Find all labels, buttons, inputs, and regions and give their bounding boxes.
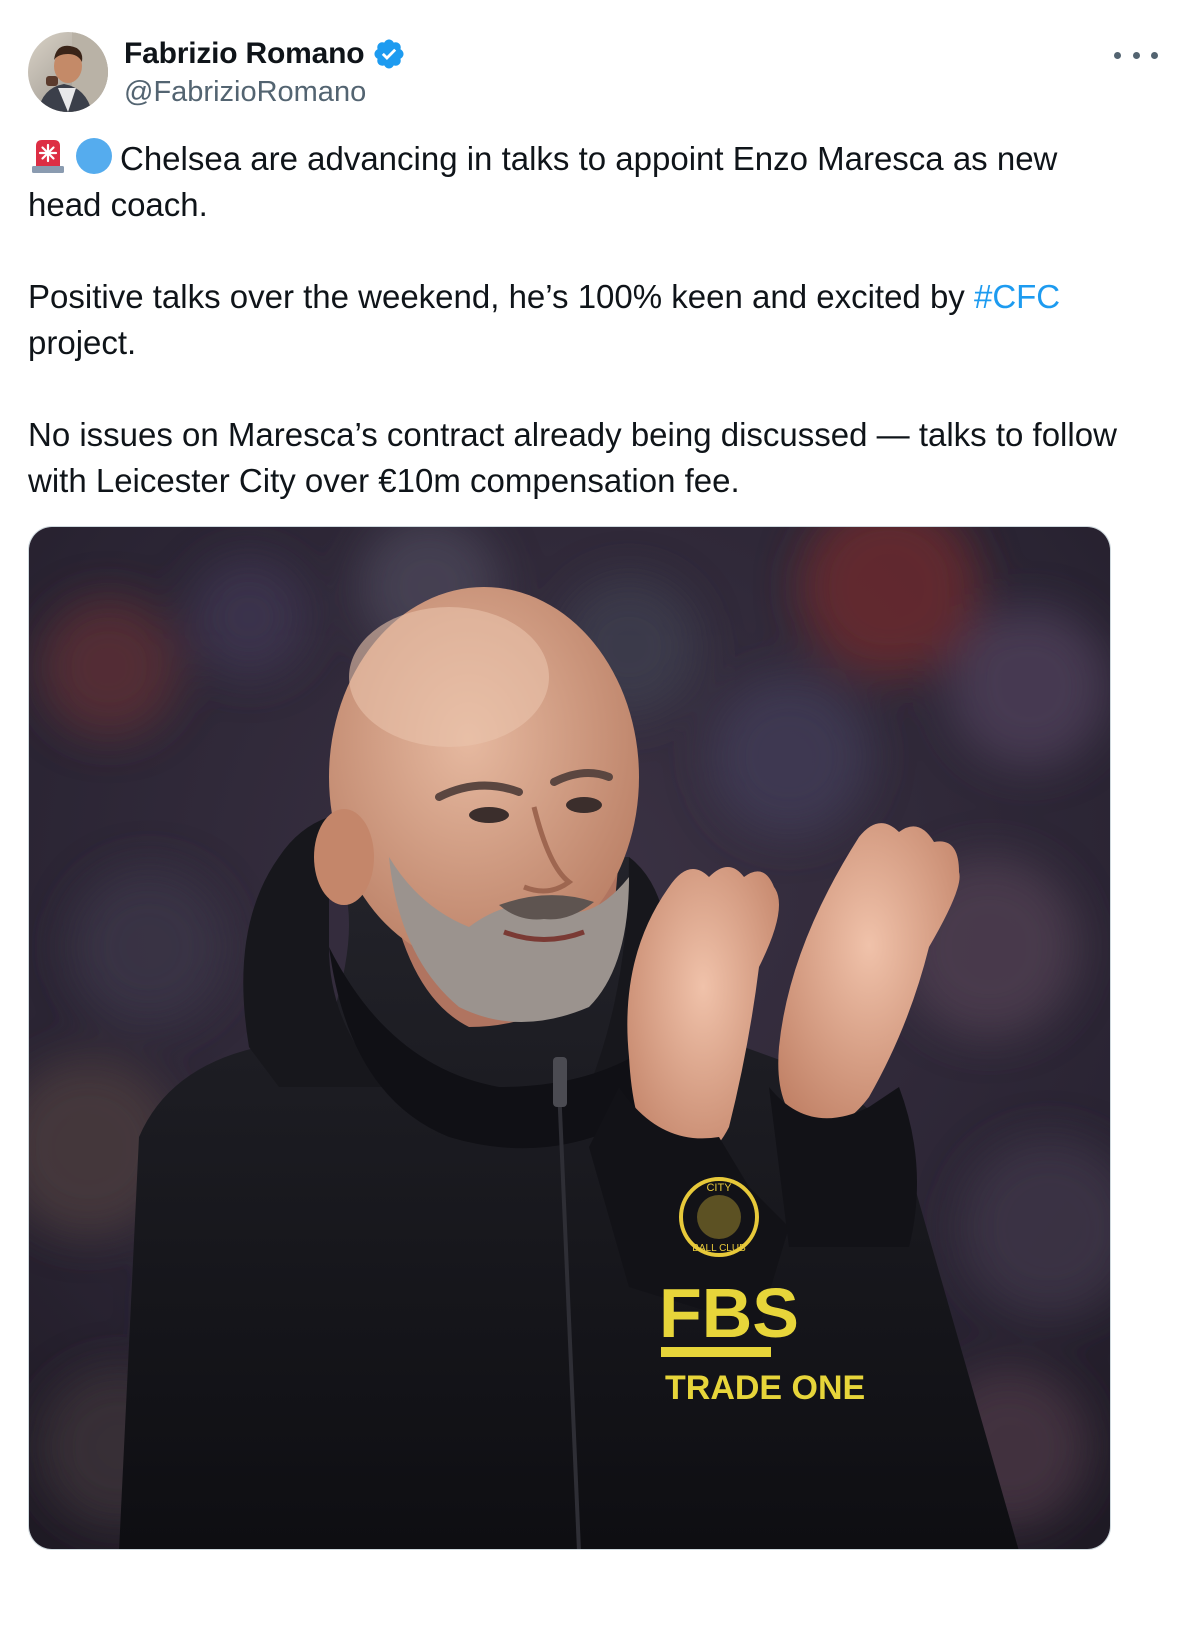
author-handle[interactable]: @FabrizioRomano bbox=[124, 76, 406, 109]
avatar-photo-icon bbox=[28, 32, 108, 112]
paragraph-2-text-after: project. bbox=[28, 324, 137, 361]
paragraph-1-text: Chelsea are advancing in talks to appoin… bbox=[28, 140, 1058, 223]
jacket-sponsor-subtext: TRADE ONE bbox=[665, 1369, 865, 1407]
more-dot bbox=[1151, 51, 1158, 59]
tweet-header: Fabrizio Romano @FabrizioRomano bbox=[28, 32, 1158, 112]
tweet-paragraph-2: Positive talks over the weekend, he’s 10… bbox=[28, 274, 1138, 366]
tweet: Fabrizio Romano @FabrizioRomano Chelsea … bbox=[0, 0, 1190, 1636]
tweet-paragraph-1: Chelsea are advancing in talks to appoin… bbox=[28, 136, 1138, 228]
jacket-sponsor-text: FBS bbox=[659, 1274, 799, 1352]
avatar[interactable] bbox=[28, 32, 108, 112]
tweet-media-image[interactable]: CITY BALL CLUB FBS TRADE ONE bbox=[28, 526, 1111, 1550]
tweet-text: Chelsea are advancing in talks to appoin… bbox=[28, 136, 1138, 504]
badge-text-bottom: BALL CLUB bbox=[692, 1243, 746, 1254]
hashtag-link[interactable]: #CFC bbox=[974, 278, 1060, 315]
badge-text-top: CITY bbox=[706, 1182, 732, 1194]
author-names: Fabrizio Romano @FabrizioRomano bbox=[124, 34, 406, 109]
display-name[interactable]: Fabrizio Romano bbox=[124, 37, 365, 71]
police-light-emoji-icon bbox=[28, 136, 68, 176]
more-dot bbox=[1114, 51, 1121, 59]
tweet-paragraph-3: No issues on Maresca’s contract already … bbox=[28, 412, 1138, 504]
sponsor-underline bbox=[661, 1347, 771, 1357]
paragraph-2-text-before: Positive talks over the weekend, he’s 10… bbox=[28, 278, 974, 315]
display-name-row: Fabrizio Romano bbox=[124, 34, 406, 74]
paragraph-3-text: No issues on Maresca’s contract already … bbox=[28, 416, 1117, 499]
blue-circle-emoji-icon bbox=[74, 136, 114, 176]
more-options-icon[interactable] bbox=[1114, 40, 1158, 70]
verified-badge-icon[interactable] bbox=[372, 37, 406, 71]
more-dot bbox=[1132, 51, 1140, 59]
photo-coach-clapping: CITY BALL CLUB FBS TRADE ONE bbox=[29, 527, 1110, 1549]
